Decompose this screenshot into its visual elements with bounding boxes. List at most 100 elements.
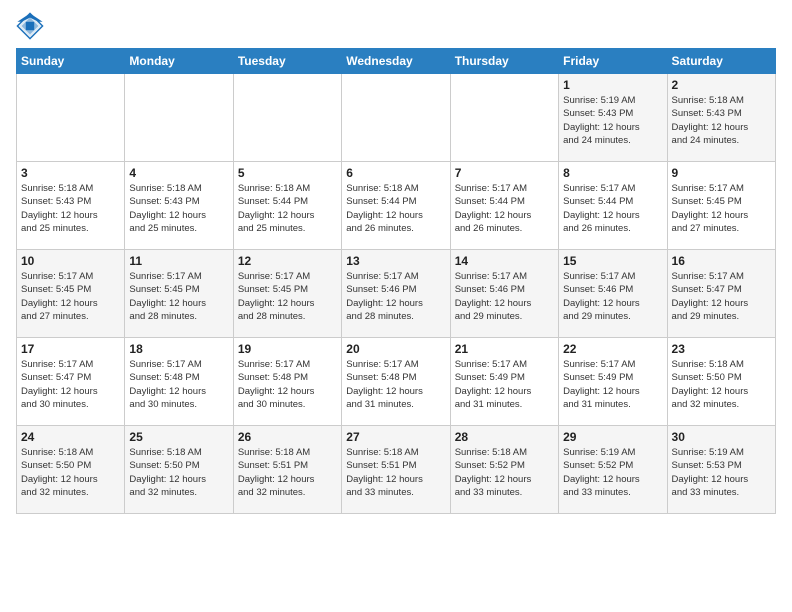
calendar-cell: 27 Sunrise: 5:18 AM Sunset: 5:51 PM Dayli…: [342, 426, 450, 514]
calendar-cell: 28 Sunrise: 5:18 AM Sunset: 5:52 PM Dayli…: [450, 426, 558, 514]
calendar-cell: 21Sunrise: 5:17 AM Sunset: 5:49 PM Dayli…: [450, 338, 558, 426]
calendar-cell: 25 Sunrise: 5:18 AM Sunset: 5:50 PM Dayli…: [125, 426, 233, 514]
calendar-cell: 22 Sunrise: 5:17 AM Sunset: 5:49 PM Dayli…: [559, 338, 667, 426]
day-number: 5: [238, 166, 337, 180]
calendar-cell: 1 Sunrise: 5:19 AM Sunset: 5:43 PM Daylig…: [559, 74, 667, 162]
day-number: 12: [238, 254, 337, 268]
day-number: 30: [672, 430, 771, 444]
day-info: Sunrise: 5:17 AM Sunset: 5:48 PM Dayligh…: [129, 358, 228, 411]
calendar-table: SundayMondayTuesdayWednesdayThursdayFrid…: [16, 48, 776, 514]
day-info: Sunrise: 5:17 AM Sunset: 5:48 PM Dayligh…: [238, 358, 337, 411]
day-info: Sunrise: 5:17 AM Sunset: 5:48 PM Dayligh…: [346, 358, 445, 411]
day-info: Sunrise: 5:17 AM Sunset: 5:46 PM Dayligh…: [563, 270, 662, 323]
day-number: 14: [455, 254, 554, 268]
week-row-5: 24 Sunrise: 5:18 AM Sunset: 5:50 PM Dayli…: [17, 426, 776, 514]
calendar-cell: [125, 74, 233, 162]
weekday-header-thursday: Thursday: [450, 49, 558, 74]
calendar-cell: 12 Sunrise: 5:17 AM Sunset: 5:45 PM Dayli…: [233, 250, 341, 338]
weekday-header-saturday: Saturday: [667, 49, 775, 74]
logo: [16, 12, 48, 40]
day-info: Sunrise: 5:18 AM Sunset: 5:43 PM Dayligh…: [129, 182, 228, 235]
header: [16, 12, 776, 40]
week-row-1: 1 Sunrise: 5:19 AM Sunset: 5:43 PM Daylig…: [17, 74, 776, 162]
day-number: 18: [129, 342, 228, 356]
day-info: Sunrise: 5:18 AM Sunset: 5:52 PM Dayligh…: [455, 446, 554, 499]
day-info: Sunrise: 5:17 AM Sunset: 5:44 PM Dayligh…: [563, 182, 662, 235]
calendar-cell: 16Sunrise: 5:17 AM Sunset: 5:47 PM Dayli…: [667, 250, 775, 338]
day-number: 15: [563, 254, 662, 268]
day-number: 29: [563, 430, 662, 444]
day-info: Sunrise: 5:17 AM Sunset: 5:46 PM Dayligh…: [455, 270, 554, 323]
day-info: Sunrise: 5:19 AM Sunset: 5:43 PM Dayligh…: [563, 94, 662, 147]
day-info: Sunrise: 5:17 AM Sunset: 5:45 PM Dayligh…: [238, 270, 337, 323]
calendar-cell: 6 Sunrise: 5:18 AM Sunset: 5:44 PM Daylig…: [342, 162, 450, 250]
day-info: Sunrise: 5:18 AM Sunset: 5:51 PM Dayligh…: [238, 446, 337, 499]
day-number: 9: [672, 166, 771, 180]
day-number: 24: [21, 430, 120, 444]
day-info: Sunrise: 5:19 AM Sunset: 5:52 PM Dayligh…: [563, 446, 662, 499]
logo-icon: [16, 12, 44, 40]
day-info: Sunrise: 5:18 AM Sunset: 5:43 PM Dayligh…: [21, 182, 120, 235]
calendar-cell: [233, 74, 341, 162]
calendar-cell: 18 Sunrise: 5:17 AM Sunset: 5:48 PM Dayli…: [125, 338, 233, 426]
calendar-cell: 30 Sunrise: 5:19 AM Sunset: 5:53 PM Dayli…: [667, 426, 775, 514]
week-row-3: 10 Sunrise: 5:17 AM Sunset: 5:45 PM Dayli…: [17, 250, 776, 338]
day-number: 22: [563, 342, 662, 356]
day-info: Sunrise: 5:17 AM Sunset: 5:45 PM Dayligh…: [129, 270, 228, 323]
day-number: 11: [129, 254, 228, 268]
day-info: Sunrise: 5:17 AM Sunset: 5:49 PM Dayligh…: [563, 358, 662, 411]
day-info: Sunrise: 5:17 AM Sunset: 5:46 PM Dayligh…: [346, 270, 445, 323]
calendar-cell: 9 Sunrise: 5:17 AM Sunset: 5:45 PM Daylig…: [667, 162, 775, 250]
calendar-cell: 7 Sunrise: 5:17 AM Sunset: 5:44 PM Daylig…: [450, 162, 558, 250]
day-number: 28: [455, 430, 554, 444]
day-number: 1: [563, 78, 662, 92]
calendar-cell: 11 Sunrise: 5:17 AM Sunset: 5:45 PM Dayli…: [125, 250, 233, 338]
day-info: Sunrise: 5:17 AM Sunset: 5:49 PM Dayligh…: [455, 358, 554, 411]
day-number: 3: [21, 166, 120, 180]
calendar-cell: 15 Sunrise: 5:17 AM Sunset: 5:46 PM Dayli…: [559, 250, 667, 338]
weekday-header-row: SundayMondayTuesdayWednesdayThursdayFrid…: [17, 49, 776, 74]
calendar-cell: 20Sunrise: 5:17 AM Sunset: 5:48 PM Dayli…: [342, 338, 450, 426]
calendar-cell: 29 Sunrise: 5:19 AM Sunset: 5:52 PM Dayli…: [559, 426, 667, 514]
day-number: 13: [346, 254, 445, 268]
day-number: 8: [563, 166, 662, 180]
calendar-cell: 14 Sunrise: 5:17 AM Sunset: 5:46 PM Dayli…: [450, 250, 558, 338]
calendar-cell: 8 Sunrise: 5:17 AM Sunset: 5:44 PM Daylig…: [559, 162, 667, 250]
calendar-cell: 19 Sunrise: 5:17 AM Sunset: 5:48 PM Dayli…: [233, 338, 341, 426]
calendar-page: SundayMondayTuesdayWednesdayThursdayFrid…: [0, 0, 792, 612]
calendar-cell: 17Sunrise: 5:17 AM Sunset: 5:47 PM Dayli…: [17, 338, 125, 426]
day-info: Sunrise: 5:18 AM Sunset: 5:50 PM Dayligh…: [129, 446, 228, 499]
calendar-cell: [342, 74, 450, 162]
day-number: 2: [672, 78, 771, 92]
calendar-cell: [17, 74, 125, 162]
day-info: Sunrise: 5:17 AM Sunset: 5:47 PM Dayligh…: [21, 358, 120, 411]
day-info: Sunrise: 5:17 AM Sunset: 5:44 PM Dayligh…: [455, 182, 554, 235]
day-info: Sunrise: 5:18 AM Sunset: 5:50 PM Dayligh…: [21, 446, 120, 499]
day-number: 7: [455, 166, 554, 180]
day-info: Sunrise: 5:18 AM Sunset: 5:43 PM Dayligh…: [672, 94, 771, 147]
day-info: Sunrise: 5:18 AM Sunset: 5:44 PM Dayligh…: [346, 182, 445, 235]
day-info: Sunrise: 5:19 AM Sunset: 5:53 PM Dayligh…: [672, 446, 771, 499]
day-number: 4: [129, 166, 228, 180]
day-number: 25: [129, 430, 228, 444]
day-number: 27: [346, 430, 445, 444]
day-info: Sunrise: 5:18 AM Sunset: 5:50 PM Dayligh…: [672, 358, 771, 411]
calendar-cell: 10 Sunrise: 5:17 AM Sunset: 5:45 PM Dayli…: [17, 250, 125, 338]
weekday-header-sunday: Sunday: [17, 49, 125, 74]
day-info: Sunrise: 5:17 AM Sunset: 5:45 PM Dayligh…: [672, 182, 771, 235]
day-number: 16: [672, 254, 771, 268]
week-row-2: 3 Sunrise: 5:18 AM Sunset: 5:43 PM Daylig…: [17, 162, 776, 250]
calendar-cell: [450, 74, 558, 162]
day-number: 6: [346, 166, 445, 180]
day-number: 23: [672, 342, 771, 356]
weekday-header-wednesday: Wednesday: [342, 49, 450, 74]
day-number: 26: [238, 430, 337, 444]
calendar-cell: 23 Sunrise: 5:18 AM Sunset: 5:50 PM Dayli…: [667, 338, 775, 426]
day-info: Sunrise: 5:17 AM Sunset: 5:45 PM Dayligh…: [21, 270, 120, 323]
day-info: Sunrise: 5:18 AM Sunset: 5:51 PM Dayligh…: [346, 446, 445, 499]
weekday-header-friday: Friday: [559, 49, 667, 74]
calendar-cell: 4 Sunrise: 5:18 AM Sunset: 5:43 PM Daylig…: [125, 162, 233, 250]
day-number: 10: [21, 254, 120, 268]
weekday-header-monday: Monday: [125, 49, 233, 74]
day-number: 19: [238, 342, 337, 356]
